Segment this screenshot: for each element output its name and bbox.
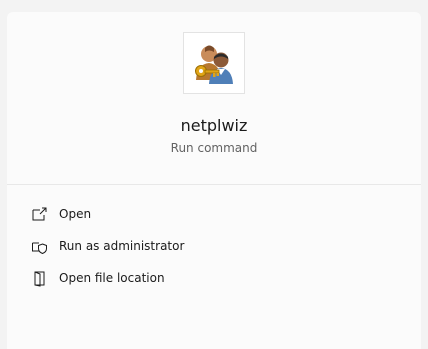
open-external-icon — [31, 206, 48, 223]
user-accounts-key-icon — [195, 45, 233, 84]
open-action-label: Open — [59, 207, 92, 221]
shield-admin-icon — [31, 238, 48, 255]
open-file-location-action[interactable]: Open file location — [7, 262, 421, 294]
run-as-administrator-action[interactable]: Run as administrator — [7, 230, 421, 262]
app-icon-tile[interactable] — [183, 32, 245, 94]
app-subtitle: Run command — [170, 141, 258, 155]
search-result-panel: netplwiz Run command Open Run as adminis… — [7, 12, 421, 349]
action-list: Open Run as administrator Open file loca… — [7, 198, 421, 294]
run-as-administrator-label: Run as administrator — [59, 239, 185, 253]
app-title: netplwiz — [180, 116, 248, 135]
divider — [7, 184, 421, 185]
open-file-location-label: Open file location — [59, 271, 165, 285]
open-action[interactable]: Open — [7, 198, 421, 230]
folder-door-icon — [31, 270, 48, 287]
